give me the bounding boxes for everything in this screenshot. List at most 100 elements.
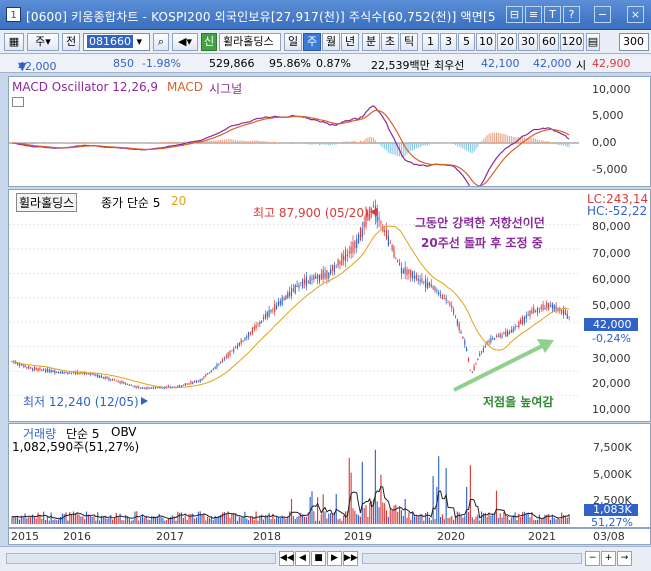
interval-60[interactable]: 60 — [539, 33, 559, 51]
candle-body — [331, 264, 334, 271]
tab-tick[interactable]: 틱 — [400, 33, 418, 51]
candle-body — [99, 375, 101, 378]
nav-first-icon[interactable]: ◀◀ — [279, 551, 294, 566]
bar-count-input[interactable]: 300 — [619, 33, 649, 51]
volume-bar — [207, 516, 209, 524]
stock-code-input[interactable]: 081660 ▾ — [83, 33, 150, 51]
zoom-out-icon[interactable]: − — [585, 551, 600, 566]
chart-type-icon[interactable]: ▦ — [4, 33, 24, 51]
volume-bar — [315, 520, 317, 524]
layout-icon[interactable]: ⊟ — [506, 6, 523, 23]
volume-bar — [52, 520, 54, 524]
volume-bar — [505, 514, 507, 524]
menu-icon[interactable]: ≡ — [525, 6, 542, 23]
candle-body — [460, 331, 462, 334]
interval-5[interactable]: 5 — [458, 33, 475, 51]
candle-body — [251, 327, 253, 334]
tab-year[interactable]: 년 — [341, 33, 359, 51]
volume-bar — [285, 518, 287, 524]
close-icon[interactable]: × — [627, 6, 644, 23]
fit-icon[interactable]: → — [617, 551, 632, 566]
volume-bar — [473, 519, 475, 524]
zoom-in-icon[interactable]: + — [601, 551, 616, 566]
best-quote-label: 최우선 — [434, 59, 465, 72]
tab-second[interactable]: 초 — [381, 33, 399, 51]
volume-bar — [186, 519, 188, 524]
volume-bar — [320, 514, 322, 524]
candle-body — [365, 214, 367, 227]
tab-week[interactable]: 주 — [303, 33, 321, 51]
chart-toolbar: ▦ 주▾ 전 081660 ▾ ⌕ ◀▾ 신 휠라홀딩스 일 주 월 년 분 초… — [0, 30, 651, 54]
volume-bar — [199, 511, 201, 524]
volume-bar — [387, 516, 389, 524]
stop-icon[interactable]: ■ — [311, 551, 326, 566]
candle-body — [428, 281, 430, 286]
search-icon[interactable]: ⌕ — [153, 33, 169, 51]
candle-body — [561, 310, 563, 314]
volume-bar — [110, 514, 112, 524]
candle-body — [434, 286, 436, 291]
candle-body — [315, 276, 317, 279]
volume-bar — [171, 515, 173, 524]
help-icon[interactable]: ? — [563, 6, 580, 23]
volume-bar — [58, 519, 60, 524]
volume-bar — [428, 517, 430, 524]
interval-menu-icon[interactable]: ▤ — [586, 33, 600, 51]
candle-body — [283, 297, 285, 300]
volume-bar — [380, 474, 382, 524]
text-icon[interactable]: T — [544, 6, 561, 23]
sound-icon[interactable]: ◀▾ — [172, 33, 198, 51]
volume-bar — [525, 513, 527, 524]
interval-120[interactable]: 120 — [560, 33, 584, 51]
tab-day[interactable]: 일 — [284, 33, 302, 51]
interval-30[interactable]: 30 — [518, 33, 538, 51]
scrollbar[interactable] — [6, 553, 276, 564]
tab-month[interactable]: 월 — [322, 33, 340, 51]
candle-body — [128, 384, 130, 386]
candle-body — [464, 340, 466, 346]
quote-bar: 42,000 ▼ 850 -1.98% 529,866 95.86% 0.87%… — [0, 54, 651, 73]
volume-bar — [143, 517, 145, 524]
interval-3[interactable]: 3 — [440, 33, 457, 51]
candle-body — [421, 278, 423, 282]
candle-body — [147, 386, 149, 390]
volume-bar — [467, 511, 470, 524]
nav-last-icon[interactable]: ▶▶ — [343, 551, 358, 566]
volume-bar — [317, 497, 319, 524]
zoom-track[interactable] — [362, 553, 582, 564]
volume-bar — [469, 465, 471, 524]
candle-body — [214, 367, 216, 369]
volume-bar — [197, 511, 199, 524]
candle-body — [520, 319, 522, 325]
play-icon[interactable]: ▶ — [327, 551, 342, 566]
macd-chart — [9, 105, 579, 186]
macd-axis-1: 10,000 — [592, 83, 631, 96]
candle-body — [37, 368, 39, 371]
tab-minute[interactable]: 분 — [362, 33, 380, 51]
interval-1[interactable]: 1 — [422, 33, 439, 51]
chart-type-select[interactable]: 주▾ — [27, 33, 59, 51]
volume-bar — [462, 517, 464, 524]
candle-body — [458, 323, 460, 331]
candle-body — [28, 365, 30, 369]
interval-10[interactable]: 10 — [476, 33, 496, 51]
volume-bar — [432, 476, 434, 524]
prev-button[interactable]: 전 — [62, 33, 80, 51]
candle-body — [540, 306, 542, 309]
candle-body — [54, 370, 56, 374]
candle-body — [564, 310, 566, 315]
nav-prev-icon[interactable]: ◀ — [295, 551, 310, 566]
minimize-icon[interactable]: − — [594, 6, 611, 23]
volume-bar — [22, 516, 24, 524]
candle-body — [59, 372, 62, 374]
best-ask: 42,100 — [481, 57, 520, 70]
volume-bar — [305, 517, 307, 524]
volume-bar — [179, 512, 181, 524]
candle-body — [466, 347, 468, 352]
volume-bar — [343, 515, 345, 524]
volume-bar — [37, 512, 39, 524]
candle-body — [108, 377, 110, 380]
interval-20[interactable]: 20 — [497, 33, 517, 51]
candle-body — [523, 317, 525, 323]
volume-bar — [270, 519, 272, 524]
